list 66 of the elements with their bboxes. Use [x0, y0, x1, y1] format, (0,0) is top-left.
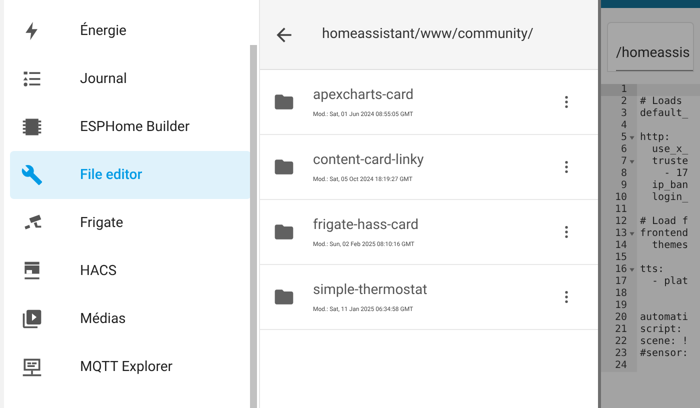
fold-caret-icon[interactable] — [629, 135, 635, 141]
line-number: 14 — [614, 240, 627, 252]
code-line: automati — [640, 312, 688, 324]
wrench-icon — [21, 164, 43, 186]
line-number: 17 — [614, 276, 627, 288]
line-number: 21 — [614, 324, 627, 336]
line-number: 16 — [614, 264, 627, 276]
folder-path: homeassistant/www/community/ — [322, 25, 534, 44]
code-line: http: — [640, 132, 670, 144]
chip-icon — [21, 116, 43, 138]
code-line: tts: — [640, 264, 664, 276]
line-number: 15 — [614, 252, 627, 264]
line-number: 8 — [620, 168, 627, 180]
line-number: 6 — [620, 144, 627, 156]
line-number: 12 — [614, 216, 627, 228]
code-line: themes — [651, 240, 688, 252]
code-line: - plat — [651, 276, 688, 288]
sidebar-item[interactable]: Énergie — [10, 7, 251, 55]
line-number: 5 — [620, 132, 627, 144]
line-number: 11 — [614, 204, 627, 216]
code-line: # Loads — [640, 96, 682, 108]
more-options-icon[interactable] — [565, 161, 568, 173]
line-number: 3 — [620, 108, 627, 120]
code-line: frontend — [640, 228, 688, 240]
more-options-icon[interactable] — [565, 226, 568, 238]
code-line: # Load f — [640, 216, 688, 228]
folder-name: content-card-linky — [313, 150, 425, 168]
sidebar-item[interactable]: Médias — [10, 295, 251, 343]
code-line: #sensor: — [640, 348, 688, 360]
code-line: script: — [640, 324, 682, 336]
sidebar-item[interactable]: MQTT Explorer — [10, 343, 251, 391]
folder-name: simple-thermostat — [313, 280, 428, 298]
line-number: 18 — [614, 288, 627, 300]
line-number: 24 — [614, 360, 627, 372]
scrollbar-thumb[interactable] — [250, 45, 257, 408]
monitor-icon — [21, 356, 43, 378]
code-line: use_x_ — [651, 144, 688, 156]
line-number: 9 — [620, 180, 627, 192]
line-number: 1 — [620, 84, 627, 96]
code-line: default_ — [640, 108, 688, 120]
fold-caret-icon[interactable] — [629, 159, 635, 165]
line-number: 23 — [614, 348, 627, 360]
folder-name: frigate-hass-card — [313, 216, 420, 234]
fold-caret-icon[interactable] — [629, 267, 635, 273]
code-line: ip_ban — [651, 180, 688, 192]
line-number: 20 — [614, 312, 627, 324]
line-number: 13 — [614, 228, 627, 240]
sidebar-item[interactable]: HACS — [10, 247, 251, 295]
line-number: 7 — [620, 156, 627, 168]
sidebar-item[interactable]: ESPHome Builder — [10, 103, 251, 151]
line-number: 2 — [620, 96, 627, 108]
code-line: login_ — [651, 192, 688, 204]
sidebar-item[interactable]: Frigate — [10, 199, 251, 247]
fold-caret-icon[interactable] — [629, 231, 635, 237]
code-line: truste — [651, 156, 688, 168]
sidebar-item[interactable]: Journal — [10, 55, 251, 103]
line-number: 10 — [614, 192, 627, 204]
more-options-icon[interactable] — [565, 291, 568, 303]
line-number: 22 — [614, 336, 627, 348]
folder-name: apexcharts-card — [313, 86, 415, 104]
line-number: 19 — [614, 300, 627, 312]
play-icon — [21, 308, 43, 330]
line-number: 4 — [620, 120, 627, 132]
code-line: scene: ! — [640, 336, 688, 348]
code-line: - 17 — [663, 168, 688, 180]
more-options-icon[interactable] — [565, 96, 568, 108]
